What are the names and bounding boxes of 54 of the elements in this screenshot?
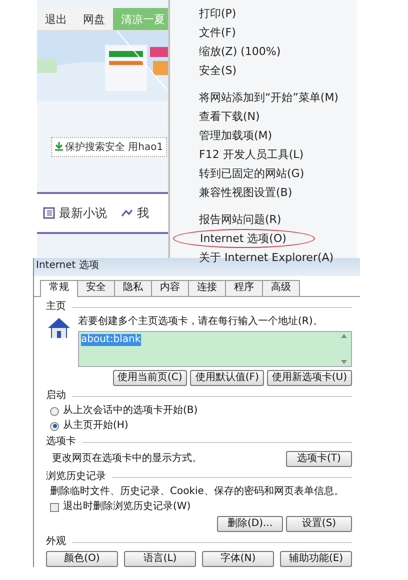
dialog-tab[interactable]: 常规 [40,280,78,297]
history-button[interactable]: 设置(S) [286,516,352,532]
homepage-prompt: 若要创建多个主页选项卡，请在每行输入一个地址(R)。 [78,316,324,328]
hint-text: 保护搜索安全 用hao1 [65,140,164,154]
menu-item[interactable]: 打印(P) [170,4,236,23]
browser-tab[interactable]: 退出 [37,8,75,30]
browser-tab[interactable]: 网盘 [75,8,113,30]
nav-link[interactable]: 我 [137,204,149,222]
nav-link[interactable]: 最新小说 [59,204,107,222]
checkbox[interactable] [50,502,59,512]
homepage-button[interactable]: 使用新选项卡(U) [266,370,352,386]
menu-item[interactable]: 文件(F) [170,23,236,42]
dialog-tab[interactable]: 安全 [77,280,115,296]
homepage-button[interactable]: 使用当前页(C) [112,370,188,386]
menu-item[interactable]: 关于 Internet Explorer(A) [170,248,334,267]
history-description: 删除临时文件、历史记录、Cookie、保存的密码和网页表单信息。 [49,486,344,498]
menu-item[interactable]: 管理加载项(M) [170,126,272,145]
appearance-button[interactable]: 颜色(O) [46,551,118,567]
menu-item[interactable]: 将网站添加到“开始”菜单(M) [170,88,338,107]
scroll-down-icon[interactable] [341,360,347,364]
group-heading: 浏览历史记录 [46,471,106,483]
appearance-button[interactable]: 语言(L) [124,551,196,567]
scroll-up-icon[interactable] [341,334,347,338]
download-icon [55,142,63,151]
menu-item[interactable]: 报告网站问题(R) [170,210,282,229]
menu-item[interactable]: 安全(S) [170,61,237,80]
dialog-tab[interactable]: 连接 [188,280,226,296]
menu-item[interactable]: 转到已固定的网站(G) [170,164,304,183]
menu-item[interactable]: 查看下载(N) [170,107,260,126]
tabs-button[interactable]: 选项卡(T) [286,451,352,467]
group-heading: 选项卡 [46,436,76,448]
dialog-tab[interactable]: 内容 [151,280,189,296]
group-heading: 主页 [46,301,66,313]
homepage-button[interactable]: 使用默认值(F) [190,370,264,386]
radio-button[interactable] [50,422,59,430]
menu-item[interactable]: 缩放(Z) (100%) [170,42,281,61]
appearance-button[interactable]: 字体(N) [202,551,274,567]
book-icon [43,207,55,219]
checkbox-label: 退出时删除浏览历史记录(W) [63,501,191,513]
dialog-tab[interactable]: 高级 [262,280,300,296]
appearance-button[interactable]: 辅助功能(E) [280,551,352,567]
group-heading: 外观 [46,536,66,548]
house-icon [46,316,72,340]
menu-item[interactable]: Internet 选项(O) [173,229,316,248]
menu-item[interactable]: 兼容性视图设置(B) [170,183,292,202]
menu-item[interactable]: F12 开发人员工具(L) [170,145,304,164]
radio-label: 从上次会话中的选项卡开始(B) [63,405,198,417]
dialog-tab[interactable]: 程序 [225,280,263,296]
history-button[interactable]: 删除(D)... [217,516,283,532]
radio-label: 从主页开始(H) [63,420,128,432]
tabs-description: 更改网页在选项卡中的显示方式。 [52,453,202,465]
radio-button[interactable] [50,406,59,416]
group-heading: 启动 [46,390,66,402]
dialog-tab[interactable]: 隐私 [114,280,152,296]
